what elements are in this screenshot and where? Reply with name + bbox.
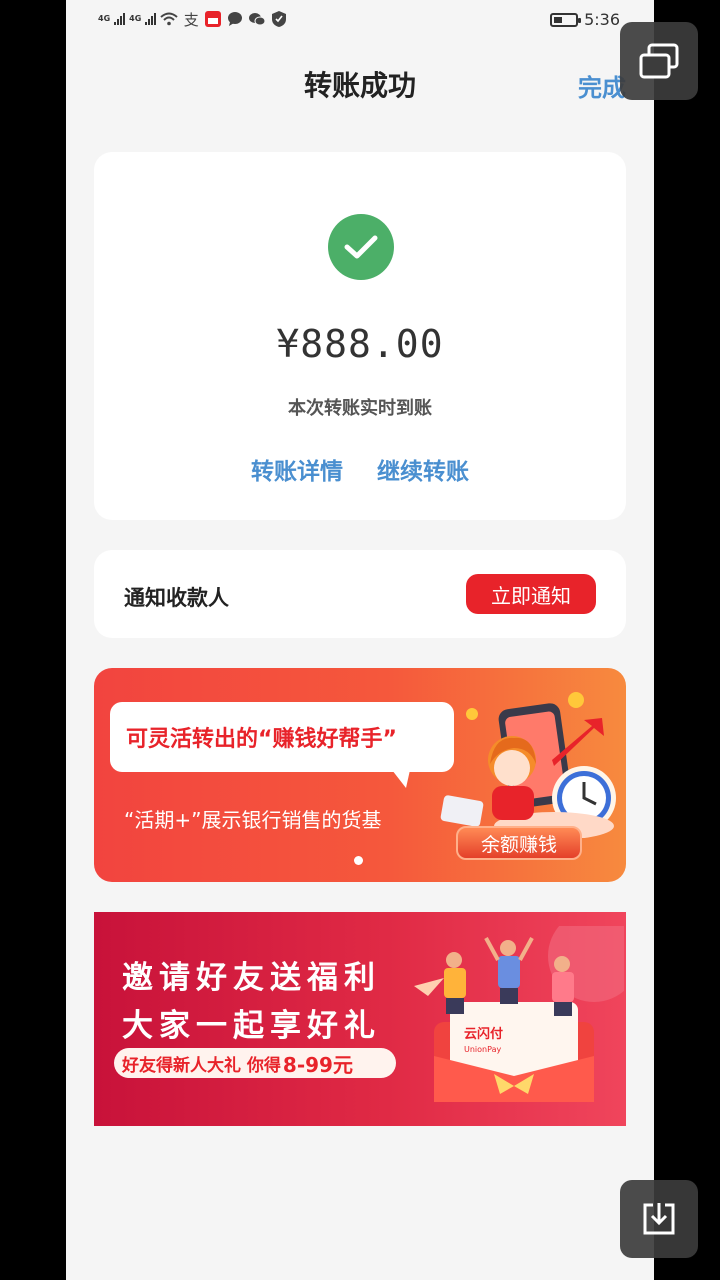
notify-now-button[interactable]: 立即通知 xyxy=(466,574,596,614)
savings-illustration xyxy=(440,692,616,838)
invite-headline-2: 大家一起享好礼 xyxy=(122,1008,381,1044)
signal-icon-2 xyxy=(145,13,157,25)
savings-subtitle: “活期+”展示银行销售的货基 xyxy=(124,808,382,832)
signal-label-2: 4G xyxy=(129,14,142,23)
app-screen: 4G 4G 支 5:36 转账成功 完成 ¥888.00 本次转账实时到账 转账… xyxy=(66,0,654,1280)
arrival-status-text: 本次转账实时到账 xyxy=(288,398,432,419)
invite-illustration: 云闪付 UnionPay xyxy=(414,926,624,1102)
status-time: 5:36 xyxy=(584,10,620,29)
savings-headline: 可灵活转出的“赚钱好帮手” xyxy=(126,727,397,752)
transfer-amount: ¥888.00 xyxy=(276,322,444,366)
invite-reward-text: 好友得新人大礼 你得 xyxy=(122,1055,281,1076)
signal-label-1: 4G xyxy=(98,14,111,23)
download-icon xyxy=(643,1203,675,1235)
message-icon xyxy=(226,10,244,28)
signal-icon xyxy=(114,13,126,25)
invite-reward-amount: 8-99元 xyxy=(282,1052,353,1077)
page-title: 转账成功 xyxy=(303,69,416,102)
notify-payee-card: 通知收款人 立即通知 xyxy=(94,550,626,638)
result-actions: 转账详情 继续转账 xyxy=(94,452,626,486)
balance-earn-button[interactable]: 余额赚钱 xyxy=(456,826,582,860)
carousel-indicator-dot xyxy=(354,856,363,865)
status-icons-left: 4G 4G 支 xyxy=(98,10,288,29)
shield-icon xyxy=(270,10,288,28)
notify-payee-label: 通知收款人 xyxy=(124,586,229,610)
continue-transfer-link[interactable]: 继续转账 xyxy=(377,452,469,486)
unionpay-brand: 云闪付 xyxy=(464,1026,503,1042)
savings-headline-bubble: 可灵活转出的“赚钱好帮手” xyxy=(110,702,454,788)
unionpay-brand-en: UnionPay xyxy=(464,1045,501,1054)
done-button[interactable]: 完成 xyxy=(578,68,626,103)
transfer-details-link[interactable]: 转账详情 xyxy=(251,452,343,486)
promo-banner-invite[interactable]: 云闪付 UnionPay 邀请好友送福利 大家一起享好礼 好友得新人大礼 你得 … xyxy=(94,912,626,1126)
download-button[interactable] xyxy=(620,1180,698,1258)
multi-window-icon xyxy=(639,43,679,79)
status-icons-right: 5:36 xyxy=(550,10,620,29)
multi-window-button[interactable] xyxy=(620,22,698,100)
wifi-icon xyxy=(160,10,178,28)
bank-app-icon xyxy=(204,10,222,28)
alipay-icon: 支 xyxy=(183,10,199,29)
transfer-result-card: ¥888.00 本次转账实时到账 转账详情 继续转账 xyxy=(94,152,626,520)
invite-headline-1: 邀请好友送福利 xyxy=(122,960,381,996)
promo-banner-savings[interactable]: 可灵活转出的“赚钱好帮手” “活期+”展示银行销售的货基 余额赚钱 xyxy=(94,668,626,882)
wechat-icon xyxy=(248,10,266,28)
battery-icon xyxy=(550,12,582,27)
status-bar: 4G 4G 支 5:36 xyxy=(66,0,654,40)
success-check-icon xyxy=(328,214,394,280)
invite-reward-pill: 好友得新人大礼 你得 8-99元 xyxy=(114,1048,396,1078)
